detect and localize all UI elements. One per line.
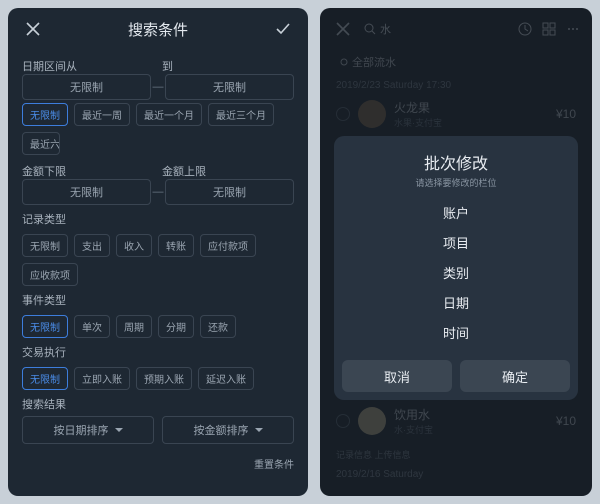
sort-by-date-label: 按日期排序 [54,422,109,438]
clock-icon[interactable] [518,22,532,36]
grid-icon[interactable] [542,22,556,36]
event-type-chips: 无限制 单次 周期 分期 还款 [22,315,294,338]
record-type-chip-5[interactable]: 应收款项 [22,263,78,286]
date-chip-2[interactable]: 最近一个月 [136,103,202,126]
date-chip-3[interactable]: 最近三个月 [208,103,274,126]
sort-by-amount-label: 按金额排序 [194,422,249,438]
item-sub-1: 水·支付宝 [394,423,548,436]
list-item[interactable]: 火龙果 水果·支付宝 ¥10 [332,93,580,135]
confirm-icon[interactable] [272,18,294,40]
record-type-chip-3[interactable]: 转账 [158,234,194,257]
record-type-chip-4[interactable]: 应付款项 [200,234,256,257]
record-type-chip-2[interactable]: 收入 [116,234,152,257]
record-type-chip-0[interactable]: 无限制 [22,234,68,257]
batch-edit-modal: 批次修改 请选择要修改的栏位 账户 项目 类别 日期 时间 取消 确定 [334,136,578,400]
date-to-field[interactable]: 无限制 [165,74,294,100]
chevron-down-icon [255,428,263,432]
amount-high-field[interactable]: 无限制 [165,179,294,205]
date-from-field[interactable]: 无限制 [22,74,151,100]
list-date-0: 2019/2/23 Saturday 17:30 [332,78,580,93]
search-conditions-panel: 搜索条件 日期区间从 到 无限制 — 无限制 无限制 最近一周 最近一个月 最近… [8,8,308,496]
close-icon[interactable] [22,18,44,40]
tx-exec-label: 交易执行 [22,344,294,360]
modal-option-account[interactable]: 账户 [443,203,469,222]
date-chip-4[interactable]: 最近六个 [22,132,60,155]
avatar [358,407,386,435]
event-type-chip-0[interactable]: 无限制 [22,315,68,338]
event-type-chip-3[interactable]: 分期 [158,315,194,338]
event-type-label: 事件类型 [22,292,294,308]
date-to-label: 到 [162,58,294,74]
record-type-chips: 无限制 支出 收入 转账 应付款项 应收款项 [22,234,294,286]
date-chip-0[interactable]: 无限制 [22,103,68,126]
date-chips: 无限制 最近一周 最近一个月 最近三个月 最近六个 [22,103,294,155]
amount-low-label: 金额下限 [22,163,154,179]
tx-exec-chip-2[interactable]: 预期入账 [136,367,192,390]
search-input[interactable]: 水 [364,21,391,37]
panel-title: 搜索条件 [128,19,188,40]
tx-exec-chips: 无限制 立即入账 预期入账 延迟入账 [22,367,294,390]
record-type-label: 记录类型 [22,211,294,227]
tab-label: 全部流水 [352,54,396,70]
event-type-chip-2[interactable]: 周期 [116,315,152,338]
range-dash: — [151,186,165,198]
list-item[interactable]: 饮用水 水·支付宝 ¥10 [332,400,580,442]
cancel-button[interactable]: 取消 [342,360,452,392]
tab-all[interactable]: 全部流水 [332,50,580,78]
close-icon[interactable] [332,18,354,40]
amount-low-field[interactable]: 无限制 [22,179,151,205]
item-name-0: 火龙果 [394,99,548,116]
confirm-button[interactable]: 确定 [460,360,570,392]
sort-by-date[interactable]: 按日期排序 [22,416,154,444]
date-chip-1[interactable]: 最近一周 [74,103,130,126]
sort-by-amount[interactable]: 按金额排序 [162,416,294,444]
modal-button-row: 取消 确定 [334,356,578,400]
search-icon [364,23,376,35]
modal-subtitle: 请选择要修改的栏位 [334,176,578,189]
search-header: 搜索条件 [22,8,294,50]
modal-option-project[interactable]: 项目 [443,233,469,252]
range-dash: — [151,81,165,93]
search-value: 水 [380,21,391,37]
item-actions-1: 记录信息 上传信息 [332,442,580,467]
checkbox-icon[interactable] [336,414,350,428]
more-icon[interactable] [566,22,580,36]
checkbox-icon[interactable] [336,107,350,121]
modal-option-date[interactable]: 日期 [443,293,469,312]
batch-edit-screen: 水 全部流水 2019/2/23 Saturday 17:30 火龙果 水果·支… [320,8,592,496]
item-sub-0: 水果·支付宝 [394,116,548,129]
search-result-label: 搜索结果 [22,396,294,412]
item-amt-1: ¥10 [556,414,576,428]
item-name-1: 饮用水 [394,406,548,423]
tx-exec-chip-0[interactable]: 无限制 [22,367,68,390]
modal-options: 账户 项目 类别 日期 时间 [334,189,578,356]
modal-title: 批次修改 [334,150,578,174]
tab-dot-icon [340,58,348,66]
tx-exec-chip-3[interactable]: 延迟入账 [198,367,254,390]
item-amt-0: ¥10 [556,107,576,121]
list-date-2: 2019/2/16 Saturday [332,467,580,482]
avatar [358,100,386,128]
modal-option-time[interactable]: 时间 [443,323,469,342]
modal-option-category[interactable]: 类别 [443,263,469,282]
search-header-bg: 水 [320,8,592,50]
reset-link[interactable]: 重置条件 [22,456,294,471]
record-type-chip-1[interactable]: 支出 [74,234,110,257]
amount-high-label: 金额上限 [162,163,294,179]
date-from-label: 日期区间从 [22,58,154,74]
tx-exec-chip-1[interactable]: 立即入账 [74,367,130,390]
event-type-chip-1[interactable]: 单次 [74,315,110,338]
event-type-chip-4[interactable]: 还款 [200,315,236,338]
chevron-down-icon [115,428,123,432]
